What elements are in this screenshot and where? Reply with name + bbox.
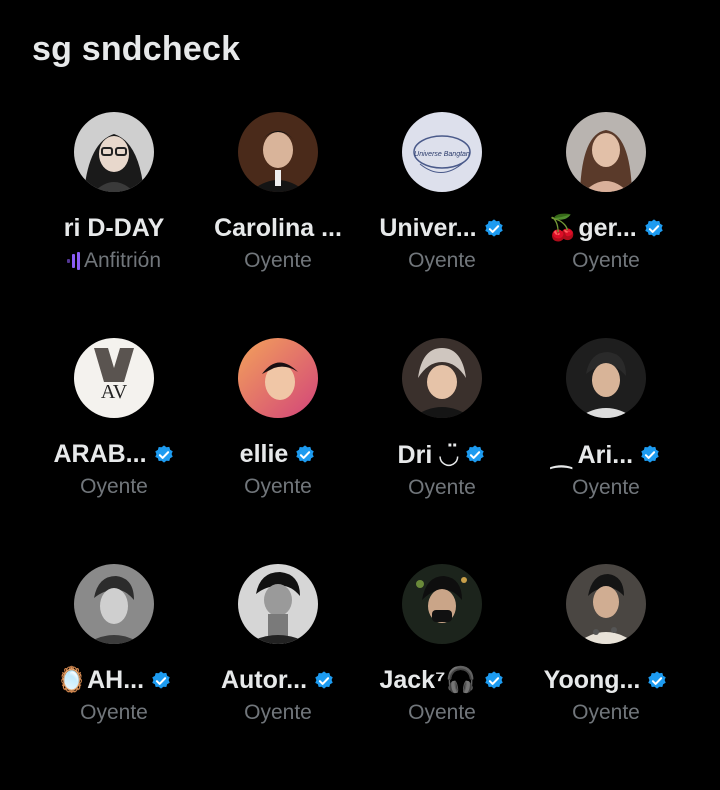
participant-card[interactable]: ellie Oyente xyxy=(196,338,360,564)
participant-name: Autor... xyxy=(220,666,308,694)
participant-card[interactable]: AV ARAB... Oyente xyxy=(32,338,196,564)
avatar[interactable]: AV xyxy=(74,338,154,418)
participant-role: Oyente xyxy=(244,701,312,724)
verified-badge-icon xyxy=(296,444,315,463)
participant-name: ri D-DAY xyxy=(63,214,165,242)
participant-role: Oyente xyxy=(80,701,148,724)
verified-badge-icon xyxy=(641,445,659,463)
participant-name: ellie xyxy=(239,440,289,468)
participant-role: Oyente xyxy=(80,475,148,498)
speaking-bars-icon xyxy=(66,252,80,270)
participant-role: Oyente xyxy=(244,249,312,272)
verified-badge-icon xyxy=(315,670,333,689)
participant-card[interactable]: Autor... Oyente xyxy=(196,564,360,790)
participant-name: 🍒ger... xyxy=(547,214,637,242)
participant-role: Anfitrión xyxy=(66,249,162,273)
participant-card[interactable]: Yoong... Oyente xyxy=(524,564,688,790)
participant-name: 🪞AH... xyxy=(55,666,145,694)
verified-badge-icon xyxy=(645,218,663,237)
participant-role: Oyente xyxy=(408,476,476,499)
participant-role: Oyente xyxy=(408,701,476,724)
participant-card[interactable]: ri D-DAY Anfitrión xyxy=(32,112,196,338)
role-label: Anfitrión xyxy=(83,249,162,272)
avatar[interactable] xyxy=(566,564,646,644)
avatar[interactable] xyxy=(402,564,482,644)
avatar[interactable] xyxy=(238,338,318,418)
avatar[interactable] xyxy=(74,564,154,644)
space-title: sg sndcheck xyxy=(32,30,241,68)
participant-role: Oyente xyxy=(572,249,640,272)
participant-role: Oyente xyxy=(244,475,312,498)
verified-badge-icon xyxy=(484,218,503,237)
participant-role: Oyente xyxy=(572,701,640,724)
avatar[interactable] xyxy=(566,338,646,418)
avatar[interactable] xyxy=(566,112,646,192)
avatar[interactable]: Universe Bangtan xyxy=(402,112,482,192)
participant-name: ⁔ Ari... xyxy=(550,441,634,469)
verified-badge-icon xyxy=(152,670,170,689)
univer-logo-text: Universe Bangtan xyxy=(414,151,470,158)
avatar[interactable] xyxy=(238,112,318,192)
participant-card[interactable]: 🍒ger... Oyente xyxy=(524,112,688,338)
verified-badge-icon xyxy=(484,670,503,689)
participant-card[interactable]: ⁔ Ari... Oyente xyxy=(524,338,688,564)
avatar[interactable] xyxy=(74,112,154,192)
verified-badge-icon xyxy=(154,444,173,463)
participant-name: Carolina ... xyxy=(214,214,342,242)
participant-role: Oyente xyxy=(572,476,640,499)
participant-name: Dri ◡̈ xyxy=(397,441,459,469)
participant-role: Oyente xyxy=(408,249,476,272)
participant-name: Univer... xyxy=(379,214,477,242)
verified-badge-icon xyxy=(466,445,485,463)
participants-grid: ri D-DAY Anfitrión Carolina ... Oyente U… xyxy=(32,112,688,790)
participant-card[interactable]: Jack⁷🎧 Oyente xyxy=(360,564,524,790)
participant-card[interactable]: Carolina ... Oyente xyxy=(196,112,360,338)
participant-name: ARAB... xyxy=(53,440,147,468)
participant-card[interactable]: 🪞AH... Oyente xyxy=(32,564,196,790)
participant-name: Jack⁷🎧 xyxy=(379,666,477,694)
verified-badge-icon xyxy=(648,670,667,689)
arab-logo-text: AV xyxy=(101,381,128,403)
participant-name: Yoong... xyxy=(543,666,641,694)
participant-card[interactable]: Dri ◡̈ Oyente xyxy=(360,338,524,564)
avatar[interactable] xyxy=(238,564,318,644)
participant-card[interactable]: Universe Bangtan Univer... Oyente xyxy=(360,112,524,338)
avatar[interactable] xyxy=(402,338,482,418)
